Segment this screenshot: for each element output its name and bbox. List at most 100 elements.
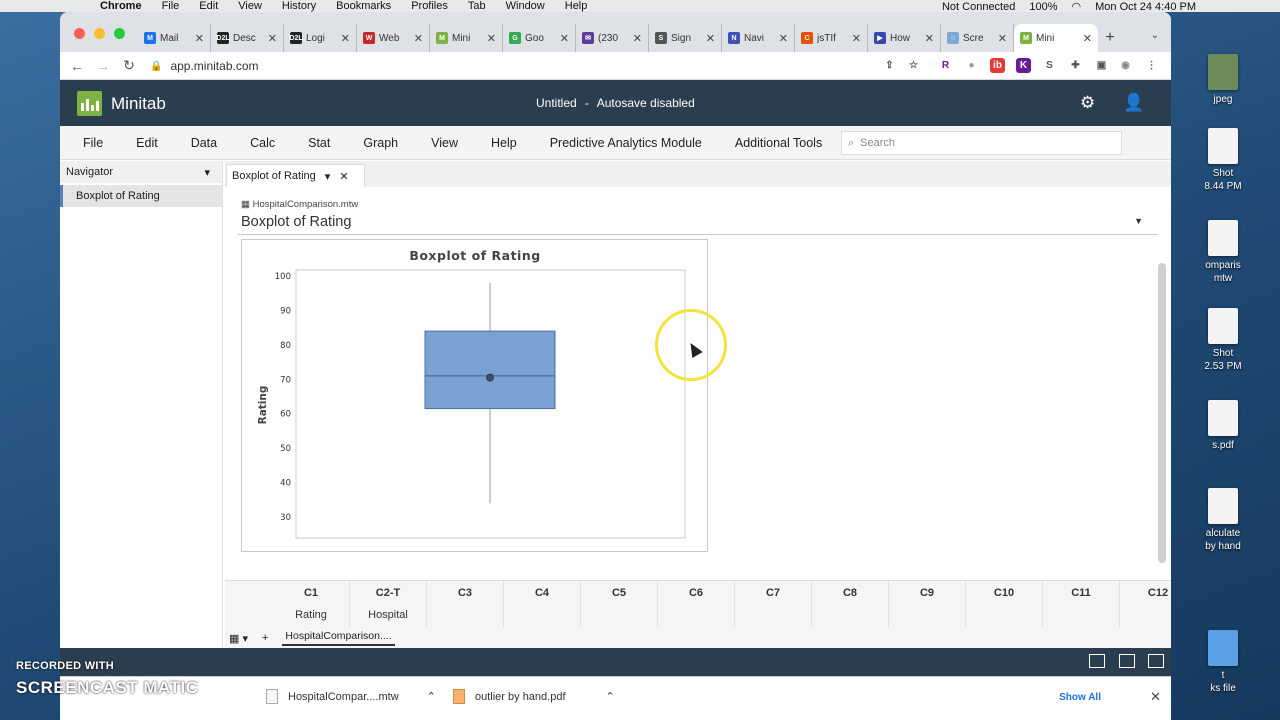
navigator-header[interactable]: Navigator ▾ bbox=[60, 161, 222, 183]
chrome-menu-icon[interactable]: ⋮ bbox=[1144, 58, 1159, 73]
desktop-file-pdf[interactable]: s.pdf bbox=[1166, 400, 1280, 452]
download-item-mtw[interactable]: HospitalCompar....mtw ⌃ bbox=[266, 689, 436, 704]
download-item-pdf[interactable]: outlier by hand.pdf ⌃ bbox=[453, 689, 615, 704]
app-menu-file[interactable]: File bbox=[83, 136, 103, 150]
close-downloads-icon[interactable]: ✕ bbox=[1150, 689, 1161, 705]
tab-close-icon[interactable]: ✕ bbox=[779, 32, 788, 45]
column-name[interactable] bbox=[966, 605, 1042, 627]
tab-close-icon[interactable]: ✕ bbox=[633, 32, 642, 45]
download-chevron-up-icon[interactable]: ⌃ bbox=[427, 690, 436, 703]
new-tab-button[interactable]: + bbox=[1098, 24, 1122, 52]
browser-tab[interactable]: G Goo ✕ bbox=[503, 24, 576, 52]
worksheet-column[interactable]: C10 bbox=[966, 581, 1043, 627]
reload-button[interactable]: ↻ bbox=[116, 57, 142, 74]
menu-chrome[interactable]: Chrome bbox=[100, 0, 142, 12]
desktop-file-comparison[interactable]: omparis mtw bbox=[1166, 220, 1280, 285]
app-menu-edit[interactable]: Edit bbox=[136, 136, 158, 150]
forward-button[interactable]: → bbox=[90, 58, 116, 74]
tab-close-icon[interactable]: ✕ bbox=[339, 170, 348, 183]
column-name[interactable] bbox=[1043, 605, 1119, 627]
extension-r-icon[interactable]: R bbox=[938, 58, 953, 73]
app-menu-calc[interactable]: Calc bbox=[250, 136, 275, 150]
column-name[interactable]: Hospital bbox=[350, 605, 426, 627]
split-view-icon[interactable] bbox=[1119, 654, 1135, 668]
column-name[interactable]: Rating bbox=[273, 605, 349, 627]
column-name[interactable] bbox=[504, 605, 580, 627]
battery-percent[interactable]: 100% bbox=[1029, 1, 1057, 13]
browser-tab[interactable]: W Web ✕ bbox=[357, 24, 430, 52]
close-window-button[interactable] bbox=[74, 28, 85, 39]
worksheet-column[interactable]: C8 bbox=[812, 581, 889, 627]
tab-close-icon[interactable]: ✕ bbox=[487, 32, 496, 45]
zoom-window-button[interactable] bbox=[114, 28, 125, 39]
browser-tab[interactable]: M Mini ✕ bbox=[430, 24, 503, 52]
menu-profiles[interactable]: Profiles bbox=[411, 0, 448, 12]
url-field[interactable]: 🔒 app.minitab.com bbox=[150, 55, 950, 77]
desktop-file-links[interactable]: t ks file bbox=[1166, 630, 1280, 695]
desktop-file-jpeg[interactable]: jpeg bbox=[1166, 54, 1280, 106]
tab-close-icon[interactable]: ✕ bbox=[1083, 32, 1092, 45]
worksheet-view-icon[interactable] bbox=[1089, 654, 1105, 668]
tab-close-icon[interactable]: ✕ bbox=[852, 32, 861, 45]
tab-close-icon[interactable]: ✕ bbox=[706, 32, 715, 45]
worksheet-column[interactable]: C6 bbox=[658, 581, 735, 627]
column-name[interactable] bbox=[427, 605, 503, 627]
bookmark-star-icon[interactable]: ☆ bbox=[906, 58, 921, 73]
extension-k-icon[interactable]: K bbox=[1016, 58, 1031, 73]
browser-tab[interactable]: D2L Desc ✕ bbox=[211, 24, 284, 52]
navigator-dropdown-icon[interactable]: ▾ bbox=[204, 166, 210, 179]
tab-close-icon[interactable]: ✕ bbox=[341, 32, 350, 45]
browser-tab[interactable]: ○ Scre ✕ bbox=[941, 24, 1014, 52]
tab-close-icon[interactable]: ✕ bbox=[414, 32, 423, 45]
browser-tab[interactable]: ✉ (230 ✕ bbox=[576, 24, 649, 52]
worksheet-tab[interactable]: HospitalComparison.... bbox=[282, 630, 395, 646]
tab-close-icon[interactable]: ✕ bbox=[560, 32, 569, 45]
share-icon[interactable]: ⇪ bbox=[882, 58, 897, 73]
desktop-file-screenshot-1[interactable]: Shot 8.44 PM bbox=[1166, 128, 1280, 193]
browser-tab[interactable]: M Mini ✕ bbox=[1014, 24, 1098, 52]
worksheet-column[interactable]: C3 bbox=[427, 581, 504, 627]
browser-tab[interactable]: S Sign ✕ bbox=[649, 24, 722, 52]
column-name[interactable] bbox=[735, 605, 811, 627]
worksheet-column[interactable]: C1 Rating bbox=[273, 581, 350, 627]
menu-file[interactable]: File bbox=[162, 0, 180, 12]
extension-grey-icon[interactable]: ● bbox=[964, 58, 979, 73]
column-name[interactable] bbox=[812, 605, 888, 627]
worksheet-column[interactable]: C4 bbox=[504, 581, 581, 627]
tab-close-icon[interactable]: ✕ bbox=[998, 32, 1007, 45]
worksheet-column[interactable]: C9 bbox=[889, 581, 966, 627]
download-chevron-up-icon[interactable]: ⌃ bbox=[606, 690, 615, 703]
menu-window[interactable]: Window bbox=[506, 0, 545, 12]
browser-tab[interactable]: N Navi ✕ bbox=[722, 24, 795, 52]
tab-boxplot-of-rating[interactable]: Boxplot of Rating ▾ ✕ bbox=[226, 164, 365, 187]
tab-search-chevron-icon[interactable]: ⌄ bbox=[1151, 30, 1159, 41]
tab-dropdown-icon[interactable]: ▾ bbox=[325, 170, 331, 183]
extension-s-icon[interactable]: S bbox=[1042, 58, 1057, 73]
menu-view[interactable]: View bbox=[238, 0, 262, 12]
navigator-item-boxplot[interactable]: Boxplot of Rating bbox=[60, 185, 222, 207]
browser-tab[interactable]: M Mail ✕ bbox=[138, 24, 211, 52]
worksheet-column[interactable]: C2-T Hospital bbox=[350, 581, 427, 627]
tab-close-icon[interactable]: ✕ bbox=[268, 32, 277, 45]
column-name[interactable] bbox=[1120, 605, 1171, 627]
back-button[interactable]: ← bbox=[64, 58, 90, 74]
user-account-icon[interactable]: 👤 bbox=[1123, 93, 1144, 113]
browser-tab[interactable]: D2L Logi ✕ bbox=[284, 24, 357, 52]
browser-tab[interactable]: ▶ How ✕ bbox=[868, 24, 941, 52]
add-worksheet-icon[interactable]: + bbox=[262, 632, 268, 644]
extensions-puzzle-icon[interactable]: ✚ bbox=[1068, 58, 1083, 73]
column-name[interactable] bbox=[889, 605, 965, 627]
menu-edit[interactable]: Edit bbox=[199, 0, 218, 12]
menu-tab[interactable]: Tab bbox=[468, 0, 486, 12]
boxplot-chart[interactable]: Boxplot of Rating 30 40 50 60 70 80 90 100 Rating bbox=[241, 239, 708, 552]
search-input[interactable]: ⌕ Search bbox=[841, 131, 1122, 155]
desktop-file-screenshot-2[interactable]: Shot 2.53 PM bbox=[1166, 308, 1280, 373]
settings-gear-icon[interactable]: ⚙ bbox=[1080, 93, 1095, 113]
document-name[interactable]: Untitled bbox=[536, 96, 577, 110]
app-menu-stat[interactable]: Stat bbox=[308, 136, 330, 150]
column-name[interactable] bbox=[581, 605, 657, 627]
show-all-downloads-button[interactable]: Show All bbox=[1059, 692, 1101, 703]
menu-history[interactable]: History bbox=[282, 0, 316, 12]
output-view-icon[interactable] bbox=[1148, 654, 1164, 668]
vpn-status[interactable]: Not Connected bbox=[942, 1, 1015, 13]
